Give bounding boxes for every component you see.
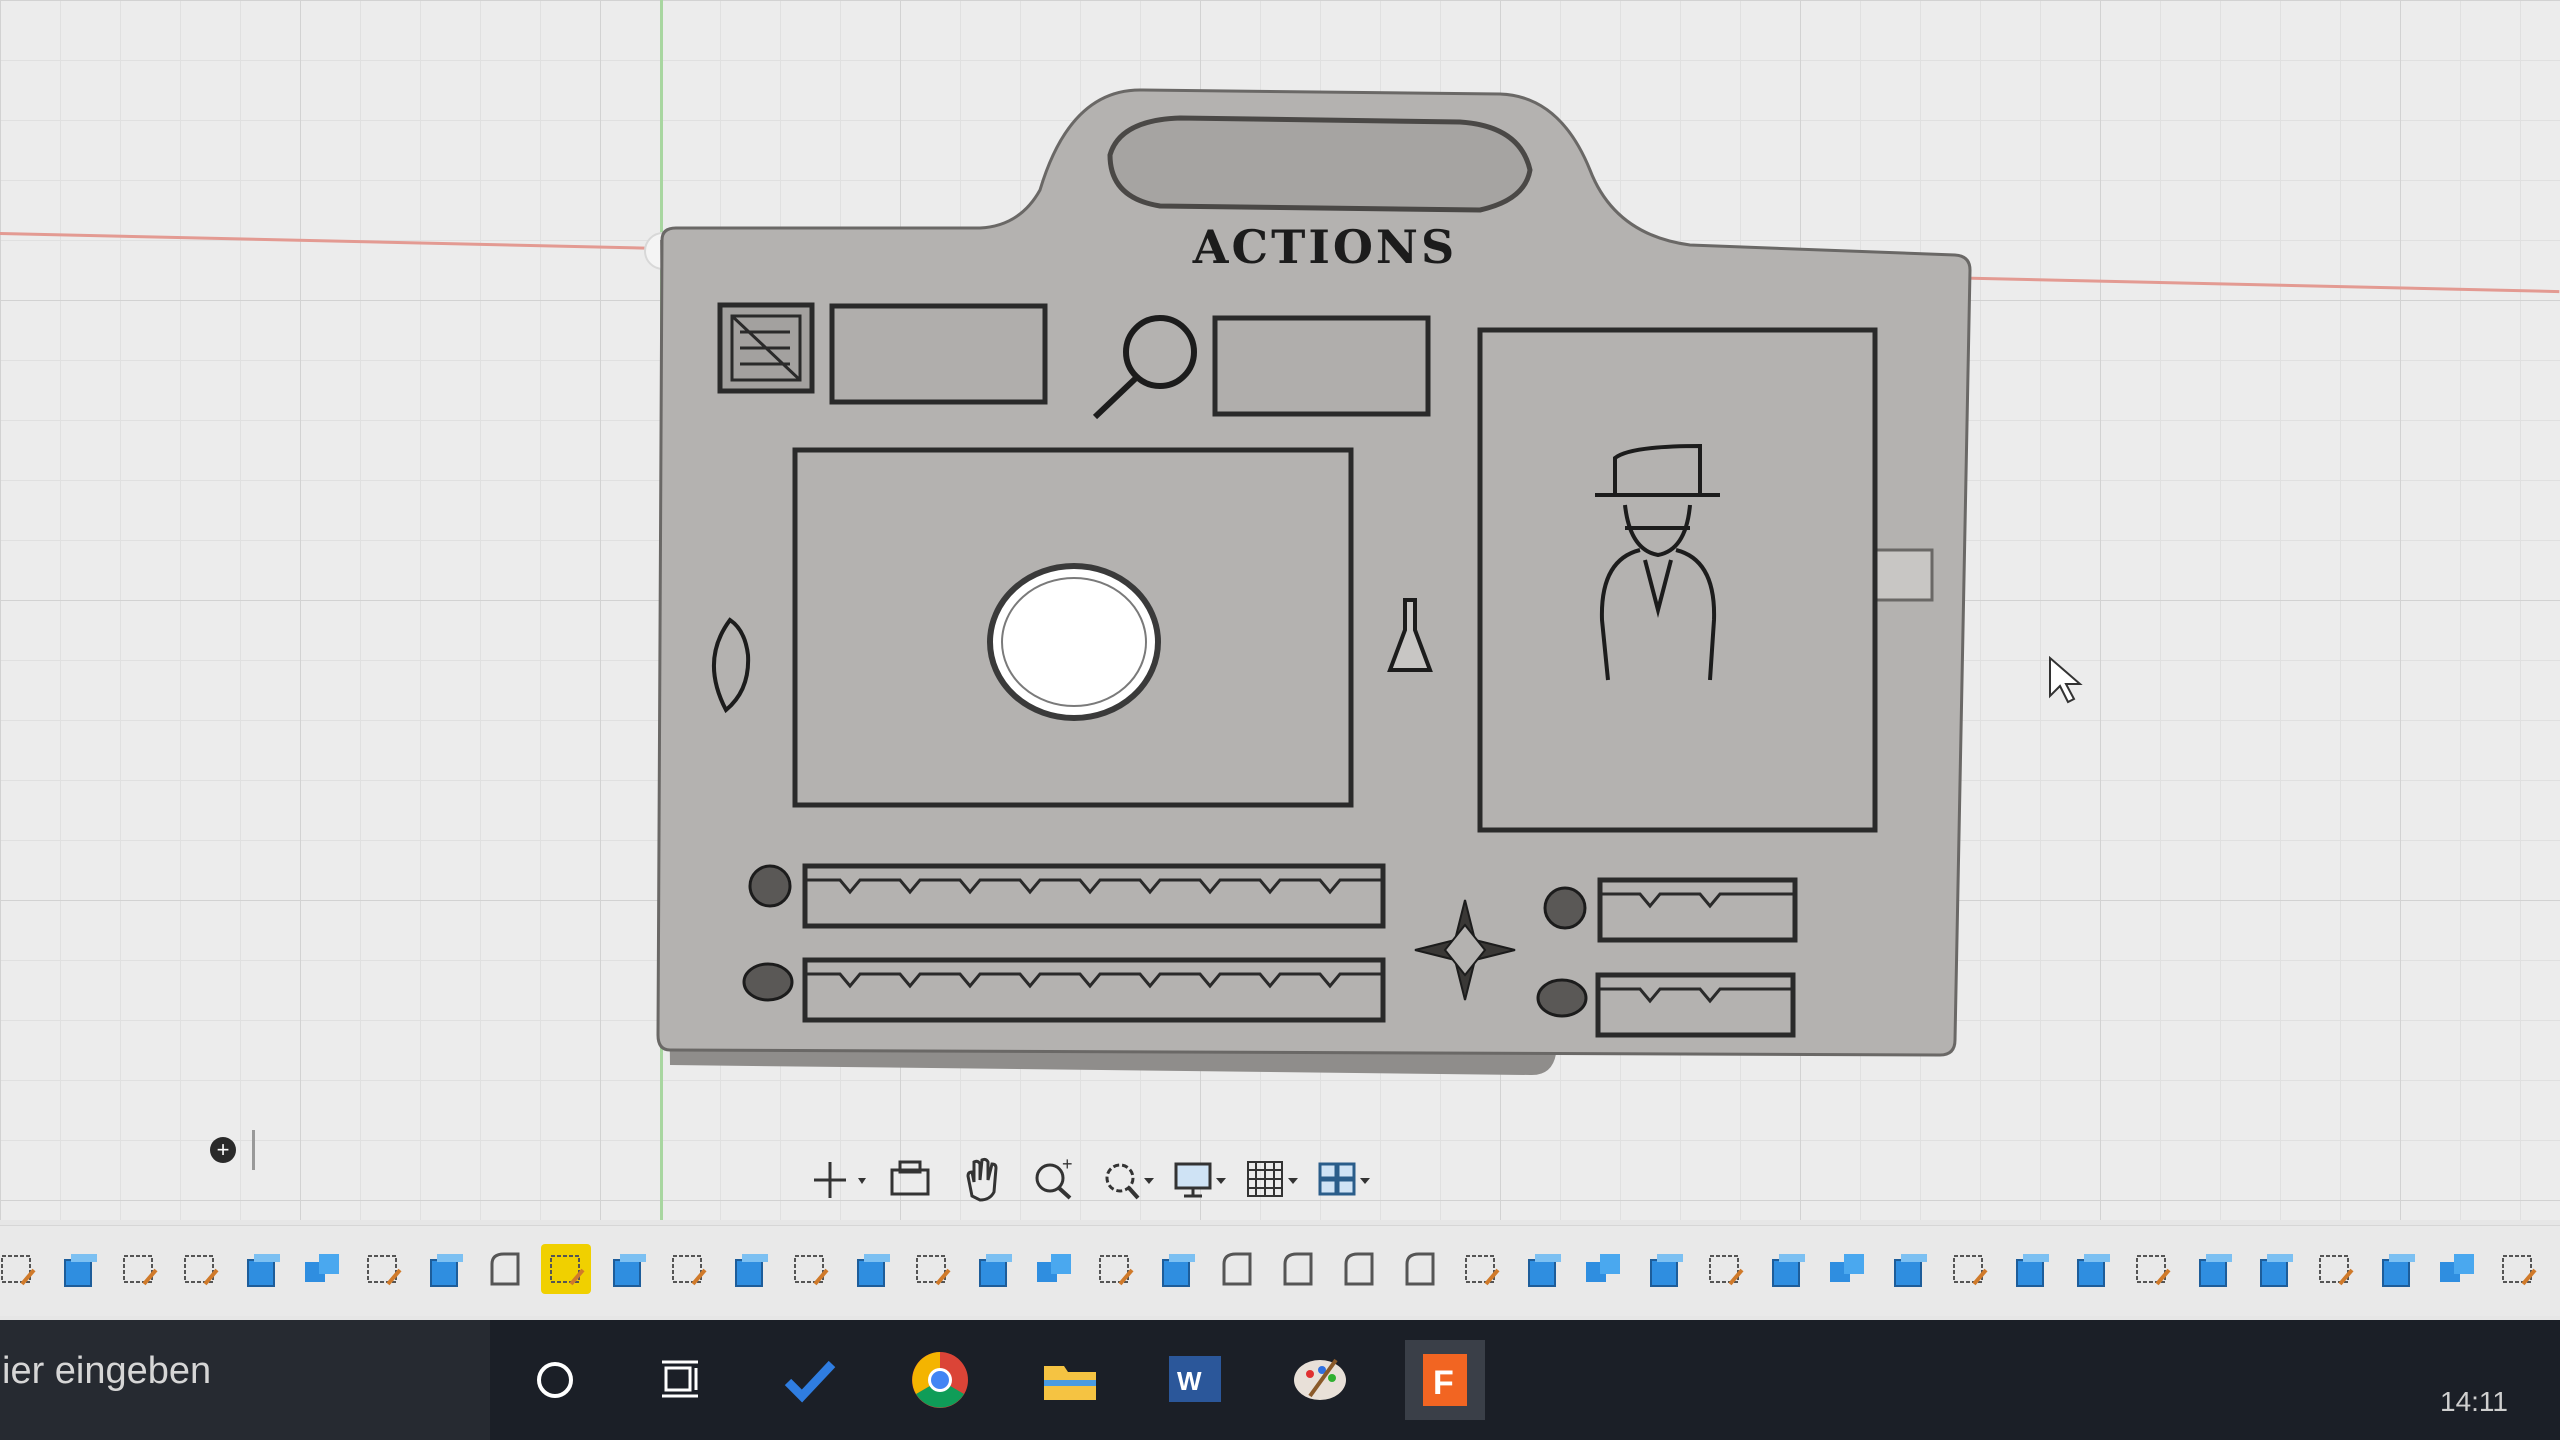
timeline-sketch-icon[interactable]: [1456, 1244, 1506, 1294]
board-title: ACTIONS: [1192, 220, 1458, 274]
timeline-sketch-icon[interactable]: [1700, 1244, 1750, 1294]
timeline-sketch-icon[interactable]: [114, 1244, 164, 1294]
timeline-sketch-icon[interactable]: [1944, 1244, 1994, 1294]
task-view-icon[interactable]: [640, 1340, 720, 1420]
timeline-extrude-icon[interactable]: [419, 1244, 469, 1294]
timeline-extrude-icon[interactable]: [2371, 1244, 2421, 1294]
timeline-sketch-icon[interactable]: [175, 1244, 225, 1294]
timeline-extrude-icon[interactable]: [968, 1244, 1018, 1294]
timeline-extrude-icon[interactable]: [2005, 1244, 2055, 1294]
timeline-extrude-icon[interactable]: [1639, 1244, 1689, 1294]
timeline-sketch-icon[interactable]: [541, 1244, 591, 1294]
zoom-icon[interactable]: +: [1026, 1152, 1084, 1208]
timeline-extrude-icon[interactable]: [1883, 1244, 1933, 1294]
timeline-extrude-icon[interactable]: [1517, 1244, 1567, 1294]
timeline-combine-icon[interactable]: [1029, 1244, 1079, 1294]
svg-text:+: +: [1062, 1154, 1073, 1174]
timeline-extrude-icon[interactable]: [236, 1244, 286, 1294]
timeline-extrude-icon[interactable]: [2188, 1244, 2238, 1294]
timeline-sketch-icon[interactable]: [907, 1244, 957, 1294]
panel-divider[interactable]: [252, 1130, 255, 1170]
timeline-sketch-icon[interactable]: [663, 1244, 713, 1294]
look-at-icon[interactable]: [882, 1152, 940, 1208]
cortana-icon[interactable]: [515, 1340, 595, 1420]
timeline-extrude-icon[interactable]: [2249, 1244, 2299, 1294]
timeline-extrude-icon[interactable]: [1151, 1244, 1201, 1294]
orbit-icon[interactable]: [810, 1152, 868, 1208]
top-slot-left[interactable]: [829, 303, 1048, 405]
timeline-fillet-icon[interactable]: [1395, 1244, 1445, 1294]
timeline-combine-icon[interactable]: [1578, 1244, 1628, 1294]
heart-icon-right: [1543, 886, 1587, 930]
timeline-fillet-icon[interactable]: [1334, 1244, 1384, 1294]
heart-icon: [748, 864, 792, 908]
grid-icon[interactable]: [1242, 1152, 1300, 1208]
handle-slot[interactable]: [1107, 115, 1533, 213]
timeline-extrude-icon[interactable]: [724, 1244, 774, 1294]
navigation-toolbar: +: [810, 1150, 1450, 1210]
todo-icon[interactable]: [770, 1340, 850, 1420]
display-settings-icon[interactable]: [1170, 1152, 1228, 1208]
timeline-sketch-icon[interactable]: [2310, 1244, 2360, 1294]
timeline-combine-icon[interactable]: [297, 1244, 347, 1294]
timeline-extrude-icon[interactable]: [1761, 1244, 1811, 1294]
timeline-combine-icon[interactable]: [1822, 1244, 1872, 1294]
timeline-items: [0, 1244, 2543, 1294]
timeline-sketch-icon[interactable]: [358, 1244, 408, 1294]
timeline-sketch-icon[interactable]: [785, 1244, 835, 1294]
timeline-sketch-icon[interactable]: [2127, 1244, 2177, 1294]
timeline-extrude-icon[interactable]: [2066, 1244, 2116, 1294]
timeline-fillet-icon[interactable]: [1273, 1244, 1323, 1294]
character-panel[interactable]: [1477, 327, 1878, 833]
sanity-track-right[interactable]: [1595, 972, 1796, 1038]
feature-timeline[interactable]: [0, 1225, 2560, 1316]
svg-text:W: W: [1177, 1366, 1202, 1396]
top-slot-right[interactable]: [1212, 315, 1431, 417]
timeline-combine-icon[interactable]: [2432, 1244, 2482, 1294]
viewports-icon[interactable]: [1314, 1152, 1372, 1208]
fusion-icon[interactable]: F: [1405, 1340, 1485, 1420]
health-track-right[interactable]: [1597, 877, 1798, 943]
paint-icon[interactable]: [1280, 1340, 1360, 1420]
health-track-left[interactable]: [802, 863, 1386, 929]
windows-taskbar: ier eingeben W F 14:11: [0, 1320, 2560, 1440]
fit-icon[interactable]: [1098, 1152, 1156, 1208]
viewport-canvas[interactable]: ACTIONS: [0, 0, 2560, 1220]
timeline-extrude-icon[interactable]: [53, 1244, 103, 1294]
sanity-track-left[interactable]: [802, 957, 1386, 1023]
timeline-sketch-icon[interactable]: [1090, 1244, 1140, 1294]
chrome-icon[interactable]: [900, 1340, 980, 1420]
timeline-fillet-icon[interactable]: [480, 1244, 530, 1294]
taskbar-search-box[interactable]: ier eingeben: [0, 1320, 490, 1440]
board-model[interactable]: ACTIONS: [640, 80, 1980, 1120]
timeline-extrude-icon[interactable]: [846, 1244, 896, 1294]
file-explorer-icon[interactable]: [1030, 1340, 1110, 1420]
timeline-sketch-icon[interactable]: [2493, 1244, 2543, 1294]
svg-text:F: F: [1433, 1364, 1454, 1402]
taskbar-clock[interactable]: 14:11: [2440, 1386, 2508, 1418]
word-icon[interactable]: W: [1155, 1340, 1235, 1420]
mouse-cursor-icon: [2049, 656, 2083, 704]
search-placeholder: ier eingeben: [2, 1350, 212, 1392]
timeline-extrude-icon[interactable]: [602, 1244, 652, 1294]
pan-icon[interactable]: [954, 1152, 1012, 1208]
add-comment-button[interactable]: +: [210, 1137, 236, 1163]
brain-icon: [742, 962, 794, 1002]
brain-icon-right: [1536, 978, 1588, 1018]
timeline-fillet-icon[interactable]: [1212, 1244, 1262, 1294]
timeline-sketch-icon[interactable]: [0, 1244, 42, 1294]
